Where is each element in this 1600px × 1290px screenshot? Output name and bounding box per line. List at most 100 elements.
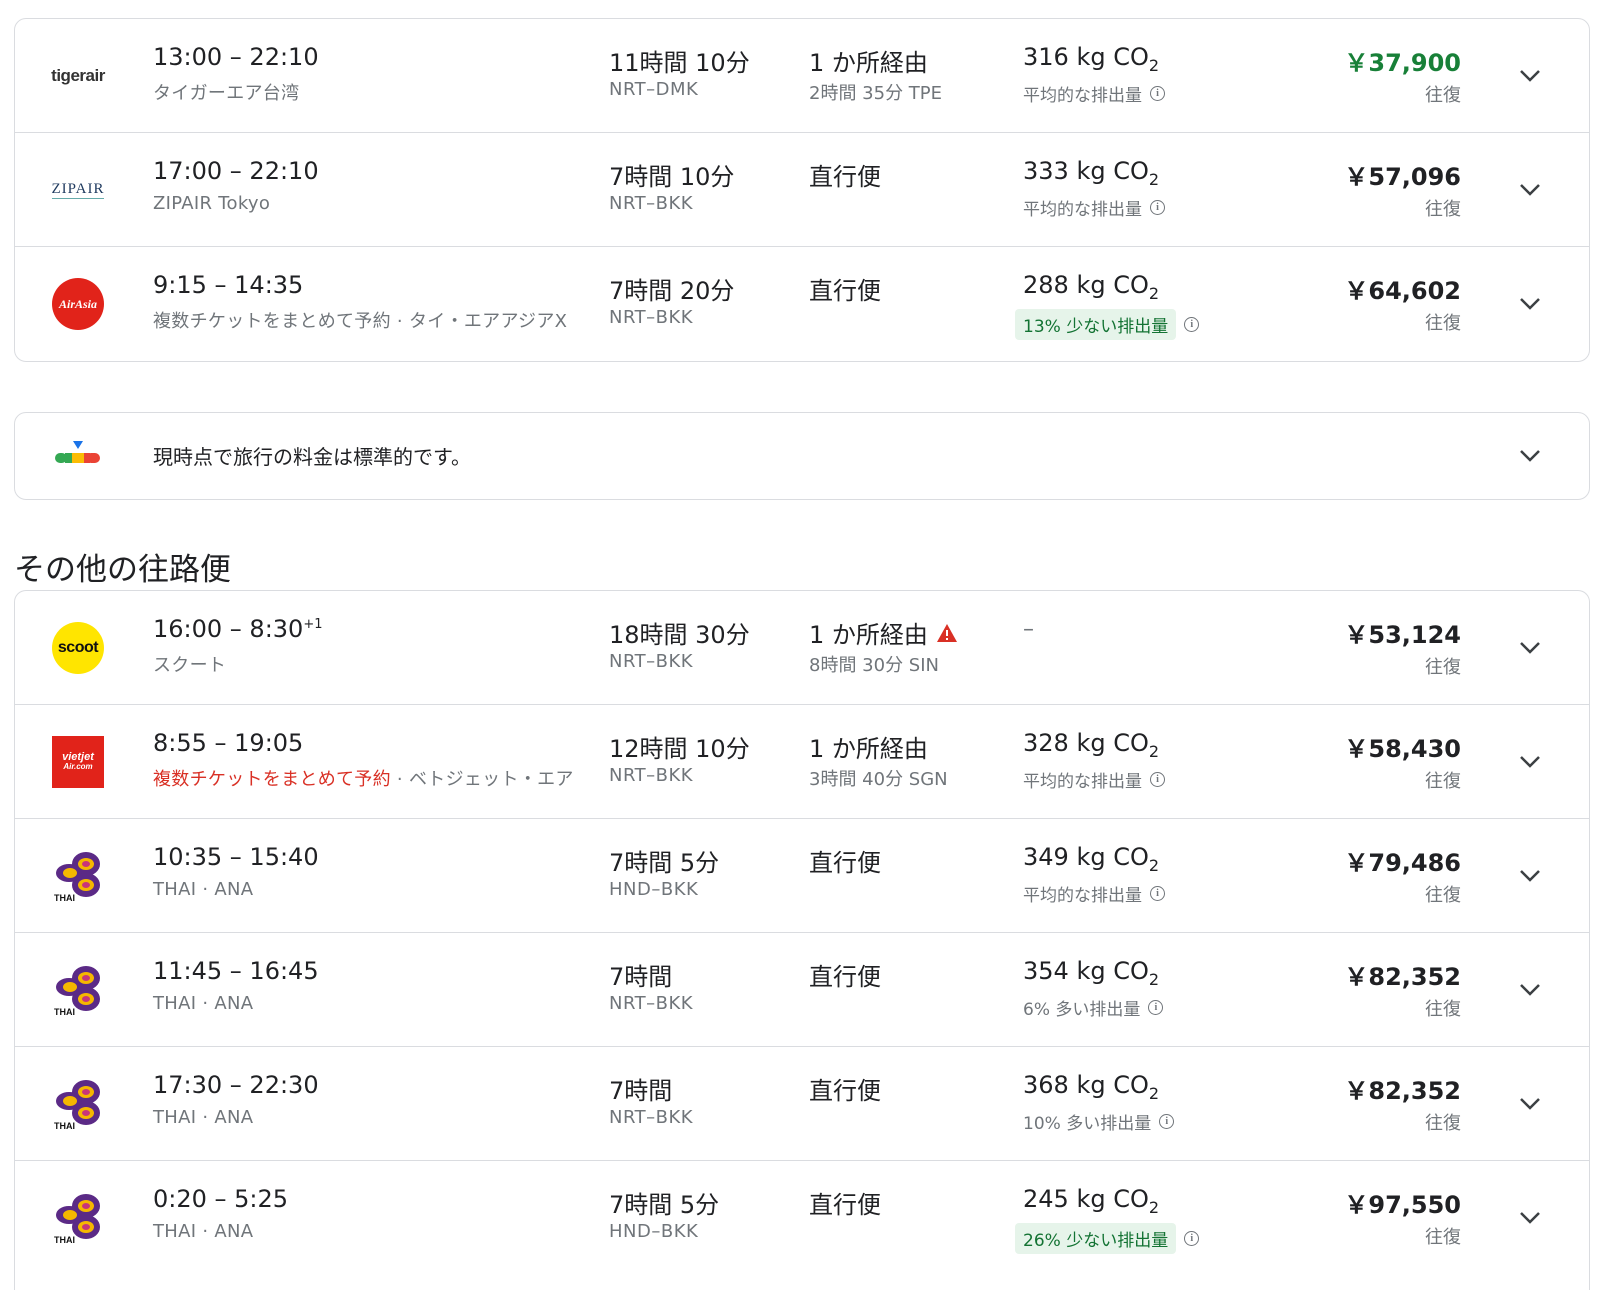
flight-price: ￥82,352 (1344, 1077, 1461, 1105)
airline-name: 複数チケットをまとめて予約 · タイ・エアアジアX (153, 311, 568, 332)
airline-line: THAI · ANA (153, 1107, 253, 1128)
flight-row[interactable]: THAI 11:45 – 16:45 THAI · ANA 7時間 NRT–BK… (15, 933, 1589, 1047)
info-icon[interactable]: i (1184, 1231, 1200, 1246)
info-icon[interactable]: i (1150, 86, 1165, 101)
flight-row[interactable]: THAI 0:20 – 5:25 THAI · ANA 7時間 5分 HND–B… (15, 1161, 1589, 1275)
flight-price: ￥79,486 (1344, 849, 1461, 877)
emissions-label: 平均的な排出量 i (1023, 195, 1165, 220)
airline-line: THAI · ANA (153, 879, 253, 900)
info-icon[interactable]: i (1184, 317, 1200, 332)
expand-chevron-icon[interactable] (1515, 975, 1545, 1005)
expand-chevron-icon[interactable] (1515, 1203, 1545, 1233)
airline-name: THAI · ANA (153, 993, 254, 1014)
flight-stops: 直行便 (809, 277, 881, 305)
price-insight-message: 現時点で旅行の料金は標準的です。 (153, 445, 471, 469)
co2-amount: 316 kg CO2 (1023, 43, 1160, 75)
airline-name: タイガーエア台湾 (153, 83, 300, 104)
flight-duration: 18時間 30分 (609, 621, 750, 649)
flight-price: ￥53,124 (1344, 621, 1461, 649)
airline-line: 複数チケットをまとめて予約 · タイ・エアアジアX (153, 307, 567, 333)
flight-price: ￥37,900 (1344, 49, 1461, 77)
trip-type: 往復 (1425, 85, 1461, 106)
airline-line: 複数チケットをまとめて予約 · ベトジェット・エア (153, 765, 574, 791)
other-flights-list: scoot 16:00 – 8:30+1 スクート 18時間 30分 NRT–B… (14, 590, 1590, 1290)
co2-amount: 288 kg CO2 (1023, 271, 1160, 303)
flight-row[interactable]: THAI 10:35 – 15:40 THAI · ANA 7時間 5分 HND… (15, 819, 1589, 933)
scoot-logo: scoot (51, 621, 105, 675)
airline-line: タイガーエア台湾 (153, 79, 299, 105)
expand-chevron-icon[interactable] (1515, 861, 1545, 891)
trip-type: 往復 (1425, 1227, 1461, 1248)
emissions-label: 10% 多い排出量 i (1023, 1109, 1175, 1134)
trip-type: 往復 (1425, 771, 1461, 792)
flight-row[interactable]: tigerair 13:00 – 22:10 タイガーエア台湾 11時間 10分… (15, 19, 1589, 133)
layover-info: 3時間 40分 SGN (809, 769, 948, 790)
info-icon[interactable]: i (1148, 1000, 1164, 1015)
airline-line: THAI · ANA (153, 993, 253, 1014)
layover-info: 2時間 35分 TPE (809, 83, 943, 104)
co2-amount: 328 kg CO2 (1023, 729, 1160, 761)
svg-text:THAI: THAI (54, 1007, 75, 1017)
warning-icon (936, 623, 957, 642)
thai-logo: THAI (51, 963, 105, 1017)
layover-info: 8時間 30分 SIN (809, 655, 939, 676)
trip-type: 往復 (1425, 199, 1461, 220)
co2-amount: 245 kg CO2 (1023, 1185, 1160, 1217)
expand-chevron-icon[interactable] (1515, 1089, 1545, 1119)
flight-row[interactable]: ZIPAIR 17:00 – 22:10 ZIPAIR Tokyo 7時間 10… (15, 133, 1589, 247)
airline-line: ZIPAIR Tokyo (153, 193, 270, 214)
emissions-label: 26% 少ない排出量 i (1015, 1223, 1200, 1254)
trip-type: 往復 (1425, 313, 1461, 334)
svg-text:THAI: THAI (54, 1121, 75, 1131)
airline-name: スクート (153, 655, 227, 676)
expand-chevron-icon[interactable] (1515, 441, 1545, 471)
emissions-label: 6% 多い排出量 i (1023, 995, 1164, 1020)
flight-stops: 1 か所経由 (809, 49, 928, 77)
flight-route: HND–BKK (609, 879, 699, 900)
thai-logo: THAI (51, 1191, 105, 1245)
flight-times: 10:35 – 15:40 (153, 843, 319, 871)
flight-route: NRT–BKK (609, 651, 694, 672)
flight-route: NRT–BKK (609, 993, 694, 1014)
info-icon[interactable]: i (1150, 200, 1165, 215)
emissions-label: 平均的な排出量 i (1023, 81, 1165, 106)
flight-price: ￥58,430 (1344, 735, 1461, 763)
flight-row[interactable]: THAI 17:30 – 22:30 THAI · ANA 7時間 NRT–BK… (15, 1047, 1589, 1161)
flight-stops: 直行便 (809, 1077, 881, 1105)
info-icon[interactable]: i (1159, 1114, 1175, 1129)
flight-price: ￥97,550 (1344, 1191, 1461, 1219)
info-icon[interactable]: i (1150, 772, 1165, 787)
airasia-logo: AirAsia (51, 277, 105, 331)
svg-text:THAI: THAI (54, 893, 75, 903)
flight-row[interactable]: scoot 16:00 – 8:30+1 スクート 18時間 30分 NRT–B… (15, 591, 1589, 705)
flight-route: NRT–DMK (609, 79, 699, 100)
expand-chevron-icon[interactable] (1515, 61, 1545, 91)
flight-route: NRT–BKK (609, 193, 694, 214)
flight-price: ￥57,096 (1344, 163, 1461, 191)
expand-chevron-icon[interactable] (1515, 175, 1545, 205)
flight-price: ￥64,602 (1344, 277, 1461, 305)
other-flights-heading: その他の往路便 (14, 552, 231, 588)
emissions-label: 平均的な排出量 i (1023, 767, 1165, 792)
trip-type: 往復 (1425, 1113, 1461, 1134)
flight-row[interactable]: AirAsia 9:15 – 14:35 複数チケットをまとめて予約 · タイ・… (15, 247, 1589, 361)
co2-amount: 354 kg CO2 (1023, 957, 1160, 989)
flight-duration: 7時間 5分 (609, 849, 720, 877)
zipair-logo: ZIPAIR (51, 181, 105, 199)
expand-chevron-icon[interactable] (1515, 747, 1545, 777)
svg-text:THAI: THAI (54, 1235, 75, 1245)
price-insight-card[interactable]: 現時点で旅行の料金は標準的です。 (14, 412, 1590, 500)
flight-route: NRT–BKK (609, 765, 694, 786)
airline-name: ZIPAIR Tokyo (153, 193, 271, 214)
flight-duration: 7時間 (609, 963, 673, 991)
flight-times: 11:45 – 16:45 (153, 957, 319, 985)
airline-line: THAI · ANA (153, 1221, 253, 1242)
expand-chevron-icon[interactable] (1515, 289, 1545, 319)
flight-row[interactable]: vietjet Air.com 8:55 – 19:05 複数チケットをまとめて予… (15, 705, 1589, 819)
thai-logo: THAI (51, 849, 105, 903)
info-icon[interactable]: i (1150, 886, 1165, 901)
expand-chevron-icon[interactable] (1515, 633, 1545, 663)
emissions-label: 平均的な排出量 i (1023, 881, 1165, 906)
flight-duration: 7時間 20分 (609, 277, 735, 305)
co2-amount: 368 kg CO2 (1023, 1071, 1160, 1103)
